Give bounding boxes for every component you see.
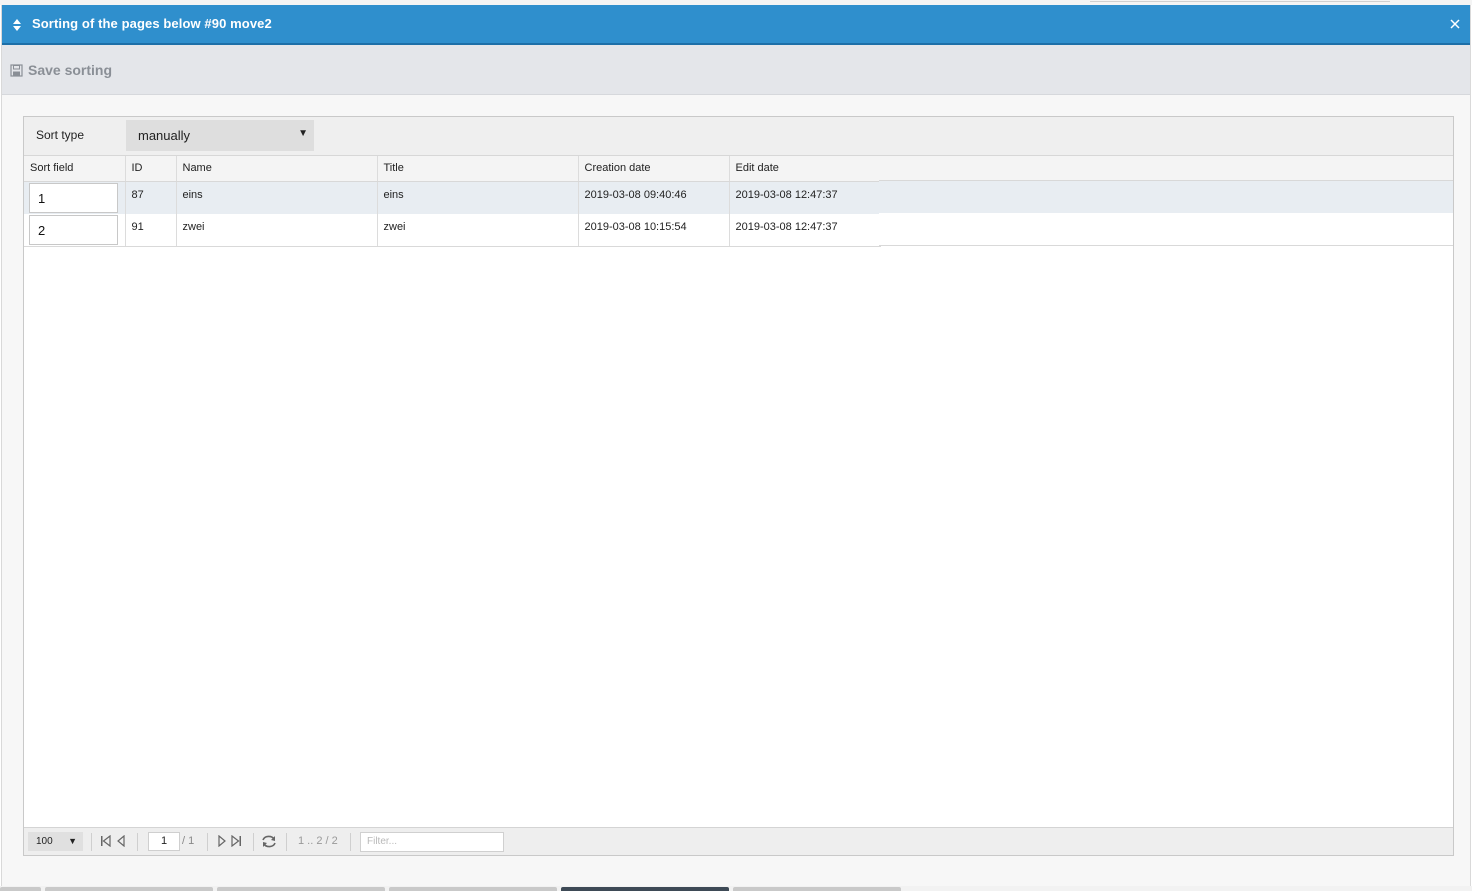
sort-field-cell: 2 xyxy=(24,213,126,247)
column-header-sort-field[interactable]: Sort field xyxy=(24,156,126,182)
pager-separator xyxy=(286,833,287,851)
dropdown-arrow-icon: ▼ xyxy=(68,836,77,846)
taskbar-tab[interactable] xyxy=(733,887,901,891)
dropdown-arrow-icon: ▼ xyxy=(298,128,308,139)
creation-date-value: 2019-03-08 09:40:46 xyxy=(584,188,687,201)
pagination-bar: 100 ▼ 1 / 1 1 .. 2 / 2 Filter... xyxy=(24,827,1453,855)
sort-type-select[interactable]: manually ▼ xyxy=(126,120,314,151)
name-cell: zwei xyxy=(176,213,378,247)
page-number-input[interactable]: 1 xyxy=(148,832,180,851)
pager-separator xyxy=(91,833,92,851)
column-header-id[interactable]: ID xyxy=(125,156,177,182)
page-size-select[interactable]: 100 ▼ xyxy=(28,832,83,851)
column-header-creation-date[interactable]: Creation date xyxy=(578,156,730,182)
sort-type-value: manually xyxy=(138,128,191,143)
title-cell: eins xyxy=(377,181,579,214)
id-value: 91 xyxy=(131,220,144,233)
dialog-titlebar[interactable]: Sorting of the pages below #90 move2 xyxy=(2,5,1470,45)
filter-input[interactable]: Filter... xyxy=(360,832,504,852)
sort-field-input[interactable]: 2 xyxy=(29,214,118,245)
save-sorting-label: Save sorting xyxy=(28,62,113,78)
table-filler xyxy=(879,156,1453,246)
sorting-panel: Sort type manually ▼ Sort field ID Name xyxy=(23,116,1454,856)
dialog-title: Sorting of the pages below #90 move2 xyxy=(32,16,272,31)
edit-date-cell: 2019-03-08 12:47:37 xyxy=(729,213,881,247)
sort-type-bar: Sort type manually ▼ xyxy=(24,117,1453,156)
name-value: zwei xyxy=(182,220,205,233)
title-value: eins xyxy=(383,188,404,201)
sorting-dialog: Sorting of the pages below #90 move2 Sav… xyxy=(1,5,1471,886)
save-sorting-button[interactable]: Save sorting xyxy=(10,60,112,80)
taskbar-tab[interactable] xyxy=(389,887,557,891)
id-cell: 91 xyxy=(125,213,177,247)
creation-date-cell: 2019-03-08 10:15:54 xyxy=(578,213,730,247)
close-icon[interactable] xyxy=(1446,15,1464,33)
taskbar-tab[interactable] xyxy=(0,887,41,891)
table-header-row: Sort field ID Name Title Creation date E… xyxy=(24,156,881,182)
taskbar-tab[interactable] xyxy=(217,887,385,891)
page-size-value: 100 xyxy=(36,836,53,847)
dialog-toolbar: Save sorting xyxy=(2,45,1470,95)
first-page-icon[interactable] xyxy=(100,835,111,847)
taskbar-tab[interactable] xyxy=(45,887,213,891)
taskbar xyxy=(0,886,1472,891)
pager-separator xyxy=(253,833,254,851)
id-cell: 87 xyxy=(125,181,177,214)
edit-date-value: 2019-03-08 12:47:37 xyxy=(735,220,838,233)
column-header-edit-date[interactable]: Edit date xyxy=(729,156,881,182)
title-value: zwei xyxy=(383,220,406,233)
edit-date-cell: 2019-03-08 12:47:37 xyxy=(729,181,881,214)
next-page-icon[interactable] xyxy=(218,835,226,847)
table-row[interactable]: 1 87 eins eins 2019-03-08 09:40:46 2019-… xyxy=(24,181,881,214)
pager-separator xyxy=(350,833,351,851)
background-field xyxy=(1090,0,1390,2)
record-range: 1 .. 2 / 2 xyxy=(298,835,338,847)
sort-field-input[interactable]: 1 xyxy=(29,182,118,213)
column-header-name[interactable]: Name xyxy=(176,156,378,182)
sort-type-label: Sort type xyxy=(36,128,85,142)
pages-table: Sort field ID Name Title Creation date E… xyxy=(24,156,881,247)
title-cell: zwei xyxy=(377,213,579,247)
id-value: 87 xyxy=(131,188,144,201)
floppy-disk-icon xyxy=(10,63,23,77)
name-value: eins xyxy=(182,188,203,201)
last-page-icon[interactable] xyxy=(231,835,242,847)
sort-arrows-icon xyxy=(13,19,21,31)
creation-date-value: 2019-03-08 10:15:54 xyxy=(584,220,687,233)
creation-date-cell: 2019-03-08 09:40:46 xyxy=(578,181,730,214)
total-pages: / 1 xyxy=(182,835,195,847)
pager-separator xyxy=(137,833,138,851)
table-row[interactable]: 2 91 zwei zwei 2019-03-08 10:15:54 2019-… xyxy=(24,213,881,247)
pager-separator xyxy=(207,833,208,851)
column-header-title[interactable]: Title xyxy=(377,156,579,182)
sort-field-cell: 1 xyxy=(24,181,126,214)
name-cell: eins xyxy=(176,181,378,214)
edit-date-value: 2019-03-08 12:47:37 xyxy=(735,188,838,201)
previous-page-icon[interactable] xyxy=(117,835,125,847)
taskbar-tab-active[interactable] xyxy=(561,887,729,891)
refresh-icon[interactable] xyxy=(261,834,277,849)
